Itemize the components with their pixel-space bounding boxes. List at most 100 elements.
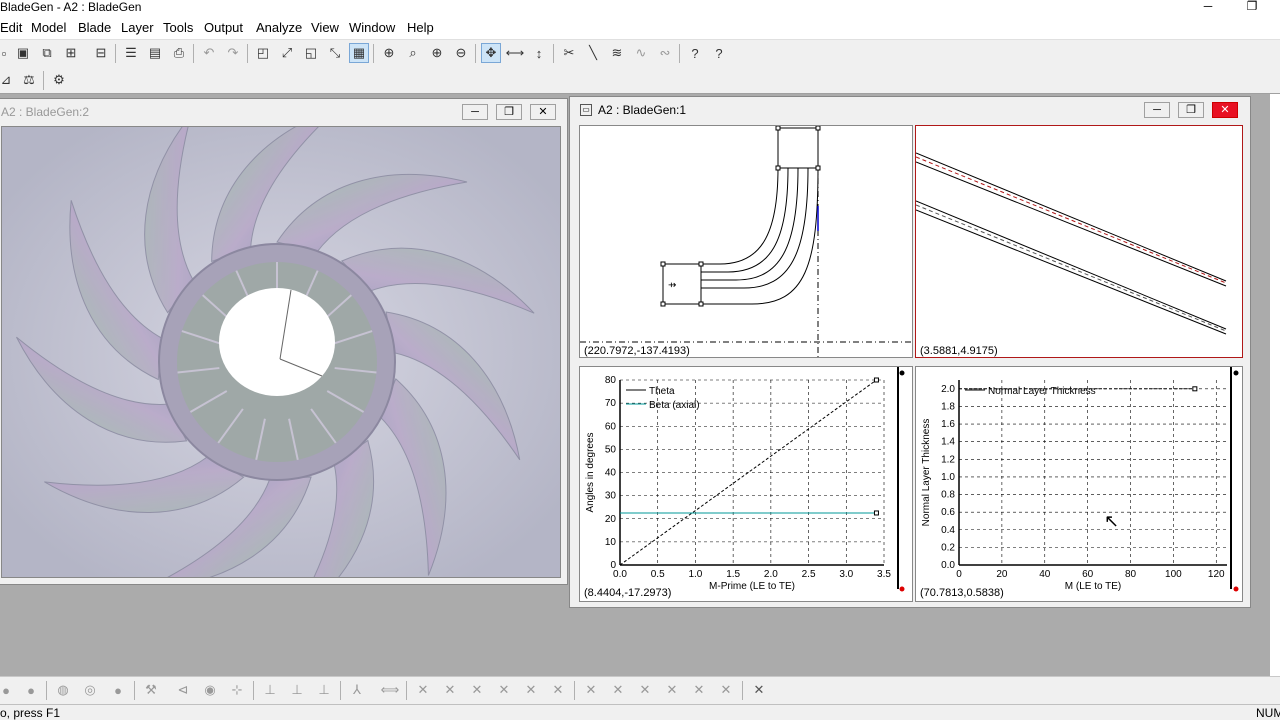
axis-e-icon[interactable]: ⟺: [380, 680, 400, 700]
tool-b-icon[interactable]: ⊲: [173, 680, 193, 700]
y-tick-label: 70: [605, 398, 617, 409]
y-axis-label: Normal Layer Thickness: [921, 419, 932, 527]
view-6-icon[interactable]: ✕: [548, 680, 568, 700]
view-8-icon[interactable]: ✕: [608, 680, 628, 700]
curve-edit-icon[interactable]: ∾: [655, 43, 675, 63]
axis-b-icon[interactable]: ⊥: [287, 680, 307, 700]
x-tick-label: 2.0: [764, 569, 778, 580]
menu-help[interactable]: Help: [407, 21, 434, 35]
view-1-icon[interactable]: ✕: [413, 680, 433, 700]
series-point: [873, 377, 879, 383]
window-title-bar: A2 : BladeGen:1 ▭ ─ ❐ ✕: [570, 97, 1250, 123]
menu-blade[interactable]: Blade: [78, 21, 111, 35]
zoom-out-icon[interactable]: ⊖: [451, 43, 471, 63]
view-12-icon[interactable]: ✕: [716, 680, 736, 700]
pan-view-icon[interactable]: ⊕: [379, 43, 399, 63]
move-icon[interactable]: ✥: [481, 43, 501, 63]
window-minimize-button[interactable]: ─: [462, 104, 488, 120]
import-icon[interactable]: ⊟: [91, 43, 111, 63]
view-4-icon[interactable]: ✕: [494, 680, 514, 700]
mouse-cursor-icon: ↖: [1104, 511, 1120, 531]
layers-icon[interactable]: ≋: [607, 43, 627, 63]
expand-icon[interactable]: ⤢: [277, 43, 297, 63]
view-11-icon[interactable]: ✕: [689, 680, 709, 700]
impeller-3d-viewport[interactable]: [1, 126, 561, 578]
export-icon[interactable]: ⊞: [61, 43, 81, 63]
print-icon[interactable]: ⎙: [169, 43, 189, 63]
y-tick-label: 80: [605, 375, 617, 386]
blade-icon[interactable]: ⊿: [0, 70, 16, 90]
line-icon[interactable]: ╲: [583, 43, 603, 63]
window-minimize-button[interactable]: ─: [1144, 102, 1170, 118]
menu-edit[interactable]: Edit: [0, 21, 22, 35]
menu-bar: Edit Model Blade Layer Tools Output Anal…: [0, 16, 1280, 40]
menu-analyze[interactable]: Analyze: [256, 21, 302, 35]
balance-icon[interactable]: ⚖: [19, 70, 39, 90]
angles-chart-pane[interactable]: 0.0 0.5 1.0 1.5 2.0 2.5 3.0 3.5 0 10 20 30 40 50 60 70 8…: [579, 366, 913, 602]
fit-icon[interactable]: ◱: [301, 43, 321, 63]
x-tick-label: 3.5: [877, 569, 891, 580]
num-lock-indicator: NUM: [1256, 706, 1280, 720]
vertical-move-icon[interactable]: ↕: [529, 43, 549, 63]
window-maximize-button[interactable]: ❐: [1178, 102, 1204, 118]
shade-icon[interactable]: ●: [0, 680, 16, 700]
x-axis-label: M (LE to TE): [1065, 581, 1122, 592]
y-tick-label: 1.8: [941, 401, 955, 412]
context-help-icon[interactable]: ?: [685, 43, 705, 63]
undo-icon[interactable]: ↶: [199, 43, 219, 63]
table-icon[interactable]: ▤: [145, 43, 165, 63]
zoom-in-icon[interactable]: ⊕: [427, 43, 447, 63]
save-icon[interactable]: ▣: [13, 43, 33, 63]
view-9-icon[interactable]: ✕: [635, 680, 655, 700]
blade-layer-view-pane[interactable]: (3.5881,4.9175): [915, 125, 1243, 358]
new-icon[interactable]: ▫: [0, 43, 14, 63]
restore-button[interactable]: ❐: [1238, 0, 1266, 14]
curve-icon[interactable]: ∿: [631, 43, 651, 63]
menu-output[interactable]: Output: [204, 21, 243, 35]
solid-icon[interactable]: ●: [21, 680, 41, 700]
tool-d-icon[interactable]: ⊹: [227, 680, 247, 700]
window-maximize-button[interactable]: ❐: [496, 104, 522, 120]
meridional-drawing: ⇸: [580, 126, 912, 357]
x-tick-label: 100: [1165, 569, 1182, 580]
horizontal-move-icon[interactable]: ⟷: [505, 43, 525, 63]
help-icon[interactable]: ?: [709, 43, 729, 63]
x-tick-label: 1.5: [726, 569, 740, 580]
tile-icon[interactable]: ◰: [253, 43, 273, 63]
zoom-box-icon[interactable]: ⌕: [403, 43, 423, 63]
redo-icon[interactable]: ↷: [223, 43, 243, 63]
ball-icon[interactable]: ●: [108, 680, 128, 700]
tool-c-icon[interactable]: ◉: [200, 680, 220, 700]
properties-icon[interactable]: ⚙: [49, 70, 69, 90]
x-tick-label: 60: [1082, 569, 1094, 580]
menu-window[interactable]: Window: [349, 21, 395, 35]
scale-icon[interactable]: ⤡: [325, 43, 345, 63]
meridional-view-pane[interactable]: ⇸ (220.7972,-137.4193): [579, 125, 913, 358]
minimize-button[interactable]: ─: [1194, 0, 1222, 14]
layer-icon[interactable]: ☰: [121, 43, 141, 63]
menu-view[interactable]: View: [311, 21, 339, 35]
view-2-icon[interactable]: ✕: [440, 680, 460, 700]
tool-a-icon[interactable]: ⚒: [141, 680, 161, 700]
menu-model[interactable]: Model: [31, 21, 66, 35]
axis-c-icon[interactable]: ⊥: [314, 680, 334, 700]
close-view-icon[interactable]: ✕: [749, 680, 769, 700]
app-title: BladeGen - A2 : BladeGen: [0, 0, 142, 14]
y-tick-label: 1.6: [941, 419, 955, 430]
window-close-button[interactable]: ✕: [1212, 102, 1238, 118]
menu-tools[interactable]: Tools: [163, 21, 193, 35]
view-7-icon[interactable]: ✕: [581, 680, 601, 700]
view-5-icon[interactable]: ✕: [521, 680, 541, 700]
sphere-icon[interactable]: ◍: [53, 680, 73, 700]
save-all-icon[interactable]: ⧉: [37, 43, 57, 63]
thickness-chart-pane[interactable]: 0 20 40 60 80 100 120 0.0 0.2 0.4 0.6 0.8 1.0 1.2 1.4 1…: [915, 366, 1243, 602]
menu-layer[interactable]: Layer: [121, 21, 154, 35]
view-10-icon[interactable]: ✕: [662, 680, 682, 700]
cut-icon[interactable]: ✂: [559, 43, 579, 63]
grid-icon[interactable]: ▦: [349, 43, 369, 63]
wire-sphere-icon[interactable]: ◎: [80, 680, 100, 700]
axis-d-icon[interactable]: ⅄: [347, 680, 367, 700]
view-3-icon[interactable]: ✕: [467, 680, 487, 700]
axis-a-icon[interactable]: ⊥: [260, 680, 280, 700]
window-close-button[interactable]: ✕: [530, 104, 556, 120]
